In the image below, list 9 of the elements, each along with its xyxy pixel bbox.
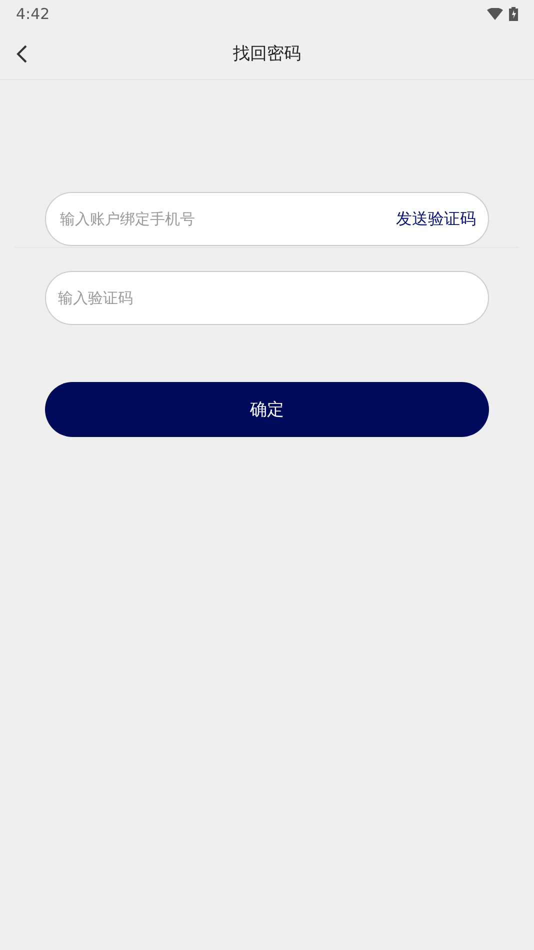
page-title: 找回密码	[233, 43, 301, 65]
code-field[interactable]: 输入验证码	[45, 271, 489, 325]
back-icon[interactable]	[16, 44, 28, 64]
battery-icon	[509, 7, 518, 21]
confirm-button[interactable]: 确定	[45, 382, 489, 437]
phone-field[interactable]: 输入账户绑定手机号 发送验证码	[45, 192, 489, 246]
wifi-icon	[487, 8, 503, 20]
send-code-link[interactable]: 发送验证码	[396, 208, 476, 230]
status-time: 4:42	[16, 5, 50, 23]
